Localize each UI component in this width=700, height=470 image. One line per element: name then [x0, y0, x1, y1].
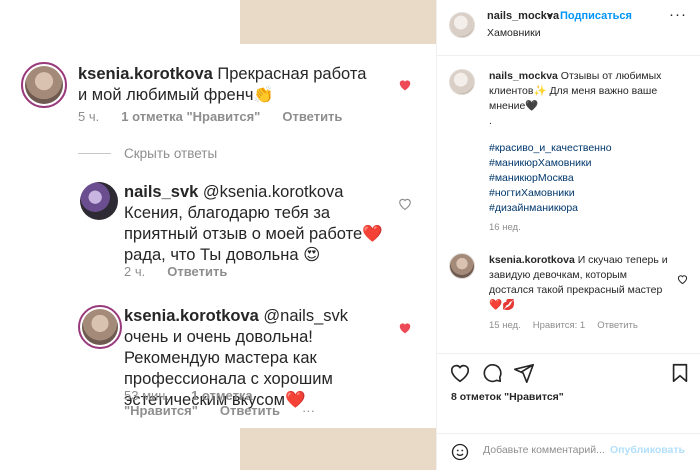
- image-white-block-bottom: [0, 428, 240, 470]
- avatar: [78, 305, 122, 349]
- hashtags: #красиво_и_качественно #маникюрХамовники…: [489, 141, 689, 216]
- caption-time[interactable]: 16 нед.: [489, 222, 521, 233]
- hashtag-link[interactable]: #дизайнманикюра: [489, 201, 689, 216]
- post-image[interactable]: ksenia.korotkova Прекрасная работа и мой…: [0, 0, 436, 470]
- comment-icon[interactable]: [481, 362, 503, 384]
- comment-input[interactable]: Добавьте комментарий...: [483, 444, 605, 456]
- post-header: nails_mockva • Подписаться Хамовники ···: [437, 0, 700, 56]
- reply-time: 53 мин.: [124, 388, 170, 403]
- reply-time: 2 ч.: [124, 264, 146, 279]
- emoji-icon[interactable]: [451, 443, 469, 461]
- comment-username: ksenia.korotkova: [78, 65, 213, 83]
- comment-text: ksenia.korotkova Прекрасная работа и мой…: [78, 64, 378, 106]
- post-sidebar: nails_mockva • Подписаться Хамовники ···…: [436, 0, 700, 470]
- caption-username[interactable]: nails_mockva: [489, 70, 558, 82]
- reply-text: nails_svk @ksenia.korotkova Ксения, благ…: [124, 182, 394, 266]
- caption: nails_mockva Отзывы от любимых клиентов✨…: [489, 69, 689, 114]
- hashtag-link[interactable]: #маникюрМосква: [489, 171, 689, 186]
- reply-username: ksenia.korotkova: [124, 307, 259, 325]
- divider: [78, 153, 111, 154]
- hashtag-link[interactable]: #красиво_и_качественно: [489, 141, 689, 156]
- likes-count[interactable]: 8 отметок "Нравится": [451, 391, 564, 403]
- comment-likes: 1 отметка "Нравится": [121, 109, 261, 124]
- publish-button[interactable]: Опубликовать: [610, 444, 685, 456]
- comment-time[interactable]: 15 нед.: [489, 320, 521, 331]
- caption-dot: .: [489, 115, 492, 127]
- post-actions: 8 отметок "Нравится": [437, 353, 700, 433]
- reply-meta: 53 мин. 1 отметка "Нравится" Ответить ···: [124, 388, 436, 418]
- heart-icon: [398, 321, 412, 334]
- share-icon[interactable]: [513, 362, 535, 384]
- add-comment-bar: Добавьте комментарий... Опубликовать: [437, 433, 700, 470]
- hide-replies-label: Скрыть ответы: [124, 146, 218, 161]
- comment-reply: Ответить: [282, 109, 343, 124]
- reply-reply: Ответить: [167, 264, 228, 279]
- comment-time: 5 ч.: [78, 109, 100, 124]
- hashtag-link[interactable]: #ногтиХамовники: [489, 186, 689, 201]
- avatar[interactable]: [449, 12, 475, 38]
- comment-reply[interactable]: Ответить: [597, 320, 638, 331]
- reply-username: nails_svk: [124, 183, 199, 201]
- more-options-icon[interactable]: ···: [669, 6, 687, 23]
- heart-outline-icon: [398, 197, 412, 211]
- heart-icon: [398, 78, 412, 91]
- avatar[interactable]: [449, 253, 475, 279]
- heart-icon[interactable]: [449, 362, 471, 384]
- bookmark-icon[interactable]: [669, 362, 691, 384]
- hashtag-link[interactable]: #маникюрХамовники: [489, 156, 689, 171]
- reply-meta: 2 ч. Ответить: [124, 264, 249, 279]
- image-white-block-top: [0, 0, 240, 48]
- comments-scroll[interactable]: nails_mockva Отзывы от любимых клиентов✨…: [437, 57, 700, 353]
- separator-dot: •: [548, 10, 552, 22]
- comment-username[interactable]: ksenia.korotkova: [489, 254, 575, 266]
- avatar: [21, 62, 67, 108]
- more-icon: ···: [301, 403, 315, 418]
- reply-reply: Ответить: [219, 403, 280, 418]
- comment-likes[interactable]: Нравится: 1: [533, 320, 585, 331]
- avatar[interactable]: [449, 69, 475, 95]
- post-location[interactable]: Хамовники: [487, 27, 541, 39]
- avatar: [80, 182, 118, 220]
- comment-meta: 15 нед. Нравится: 1 Ответить: [489, 320, 650, 331]
- follow-button[interactable]: Подписаться: [560, 10, 632, 22]
- comment: ksenia.korotkova И скучаю теперь и завид…: [489, 253, 674, 313]
- heart-outline-icon[interactable]: [677, 271, 688, 285]
- comment-meta: 5 ч. 1 отметка "Нравится" Ответить: [78, 109, 364, 124]
